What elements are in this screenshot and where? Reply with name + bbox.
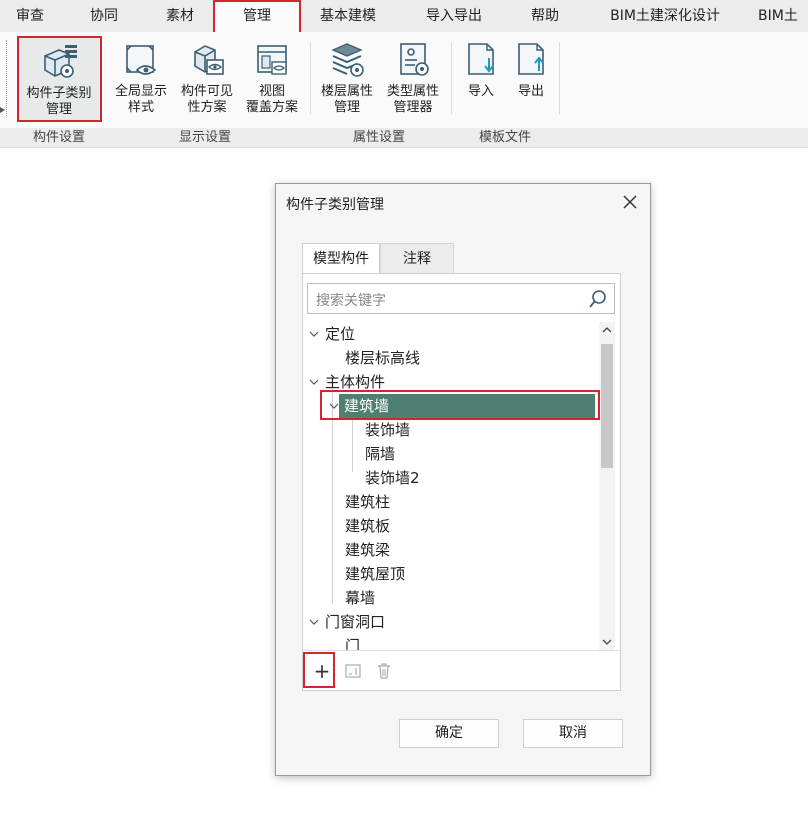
scroll-thumb[interactable] xyxy=(601,344,613,468)
tab-annotations[interactable]: 注释 xyxy=(380,243,454,274)
view-override-label-1: 视图 xyxy=(258,84,285,99)
group-template-files: 模板文件 xyxy=(478,130,531,145)
global-display-label-2: 样式 xyxy=(127,100,154,115)
type-property-gear-icon xyxy=(400,43,429,76)
tree-node-architectural-beam[interactable]: 建筑梁 xyxy=(345,538,390,562)
menu-bar: 审查 协同 素材 管理 基本建模 导入导出 帮助 BIM土建深化设计 BIM土 xyxy=(0,0,808,32)
menu-tab-bim-truncated[interactable]: BIM土 xyxy=(758,0,808,32)
rename-icon[interactable] xyxy=(343,661,363,681)
tree-panel: 搜索关键字 定位 楼层标高线 主体构件 建筑墙 装饰墙 隔墙 装饰墙2 建筑柱 … xyxy=(302,273,621,691)
ok-button[interactable]: 确定 xyxy=(399,719,499,748)
menu-tab-materials[interactable]: 素材 xyxy=(150,0,210,32)
menu-tab-manage[interactable]: 管理 xyxy=(215,0,299,32)
floor-property-button[interactable]: 楼层属性 管理 xyxy=(314,40,380,116)
group-display-settings: 显示设置 xyxy=(178,130,231,145)
ribbon-group-bar: 构件设置 显示设置 属性设置 模板文件 xyxy=(0,128,808,148)
type-property-manager-button[interactable]: 类型属性 管理器 xyxy=(380,40,446,116)
tree-node-main-components[interactable]: 主体构件 xyxy=(325,370,385,394)
menu-tab-bim-deepening[interactable]: BIM土建深化设计 xyxy=(590,0,740,32)
ribbon-grip xyxy=(6,40,8,116)
import-button[interactable]: 导入 xyxy=(458,40,504,100)
ribbon-separator xyxy=(310,42,311,114)
search-icon[interactable] xyxy=(588,289,608,309)
trash-icon[interactable] xyxy=(374,661,394,681)
component-tree: 定位 楼层标高线 主体构件 建筑墙 装饰墙 隔墙 装饰墙2 建筑柱 建筑板 建筑… xyxy=(303,322,599,650)
scroll-down-icon[interactable] xyxy=(602,638,612,646)
tree-node-partition-wall[interactable]: 隔墙 xyxy=(365,442,395,466)
group-property-settings: 属性设置 xyxy=(352,130,405,145)
floor-property-label-2: 管理 xyxy=(333,100,360,115)
menu-tab-help[interactable]: 帮助 xyxy=(515,0,575,32)
add-subcategory-button[interactable]: + xyxy=(312,661,332,681)
menu-tab-collaborate[interactable]: 协同 xyxy=(74,0,134,32)
chevron-down-icon[interactable] xyxy=(329,402,339,410)
group-component-settings: 构件设置 xyxy=(32,130,85,145)
component-subcategory-gear-icon xyxy=(44,45,77,78)
panel-divider xyxy=(303,650,620,651)
ribbon-separator xyxy=(559,42,560,114)
type-property-label-2: 管理器 xyxy=(393,100,433,115)
menu-tab-basic-modeling[interactable]: 基本建模 xyxy=(304,0,392,32)
import-file-icon xyxy=(468,43,494,75)
tree-node-architectural-column[interactable]: 建筑柱 xyxy=(345,490,390,514)
component-subcategory-label-2: 管理 xyxy=(45,102,72,117)
tree-node-floor-level-line[interactable]: 楼层标高线 xyxy=(345,346,420,370)
menu-tab-review[interactable]: 审查 xyxy=(0,0,60,32)
chevron-down-icon[interactable] xyxy=(309,330,319,338)
global-display-style-button[interactable]: 全局显示 样式 xyxy=(108,40,174,116)
import-label: 导入 xyxy=(467,84,494,99)
close-icon[interactable] xyxy=(622,194,638,210)
chevron-down-icon[interactable] xyxy=(309,378,319,386)
tree-node-decorative-wall[interactable]: 装饰墙 xyxy=(365,418,410,442)
tree-node-door[interactable]: 门 xyxy=(345,634,360,650)
tree-node-architectural-roof[interactable]: 建筑屋顶 xyxy=(345,562,405,586)
tree-node-architectural-slab[interactable]: 建筑板 xyxy=(345,514,390,538)
component-visibility-label-1: 构件可见 xyxy=(180,84,233,99)
menu-tab-import-export[interactable]: 导入导出 xyxy=(410,0,498,32)
view-override-label-2: 覆盖方案 xyxy=(245,100,298,115)
component-visibility-icon xyxy=(194,45,224,75)
floor-property-label-1: 楼层属性 xyxy=(320,84,373,99)
export-file-icon xyxy=(518,43,544,75)
export-button[interactable]: 导出 xyxy=(508,40,554,100)
view-override-button[interactable]: 视图 覆盖方案 xyxy=(240,40,304,116)
cancel-button[interactable]: 取消 xyxy=(523,719,623,748)
tree-scrollbar[interactable] xyxy=(599,322,615,650)
component-visibility-button[interactable]: 构件可见 性方案 xyxy=(174,40,240,116)
type-property-label-1: 类型属性 xyxy=(386,84,439,99)
component-subcategory-label-1: 构件子类别 xyxy=(26,86,92,101)
component-visibility-label-2: 性方案 xyxy=(187,100,227,115)
tree-node-positioning[interactable]: 定位 xyxy=(325,322,355,346)
tree-node-curtain-wall[interactable]: 幕墙 xyxy=(345,586,375,610)
tab-model-components[interactable]: 模型构件 xyxy=(302,243,380,274)
global-display-eye-icon xyxy=(126,45,157,75)
tree-node-architectural-wall[interactable]: 建筑墙 xyxy=(339,394,595,418)
view-override-icon xyxy=(257,45,287,75)
tree-node-decorative-wall-2[interactable]: 装饰墙2 xyxy=(365,466,420,490)
component-subcategory-button[interactable]: 构件子类别 管理 xyxy=(18,38,100,120)
scroll-up-icon[interactable] xyxy=(602,326,612,334)
search-placeholder: 搜索关键字 xyxy=(316,293,386,309)
global-display-label-1: 全局显示 xyxy=(114,84,167,99)
ribbon-separator xyxy=(451,42,452,114)
dialog-title: 构件子类别管理 xyxy=(286,197,384,213)
export-label: 导出 xyxy=(517,84,544,99)
chevron-down-icon[interactable] xyxy=(309,618,319,626)
search-input[interactable]: 搜索关键字 xyxy=(307,283,615,314)
tree-node-door-window-openings[interactable]: 门窗洞口 xyxy=(325,610,385,634)
subcategory-dialog: 构件子类别管理 模型构件 注释 搜索关键字 定位 楼层标高线 主体构件 建筑墙 … xyxy=(275,183,651,776)
tree-guide-line xyxy=(332,376,333,604)
floor-stack-gear-icon xyxy=(331,43,364,77)
